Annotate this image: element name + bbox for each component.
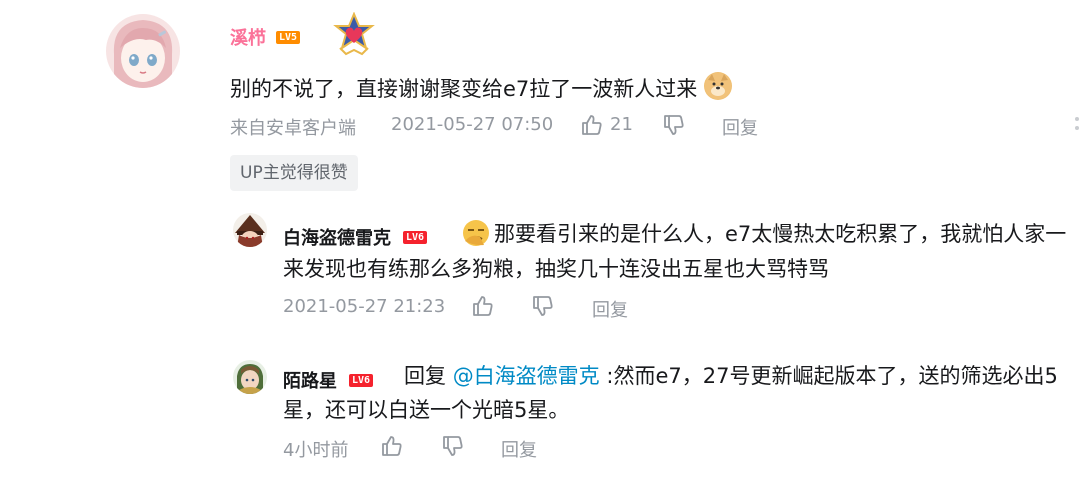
- reply-button[interactable]: 回复: [722, 114, 758, 140]
- reply-avatar[interactable]: [233, 360, 267, 394]
- reply-username[interactable]: 陌路星: [283, 367, 337, 393]
- reply-text-line2: 星，还可以白送一个光暗5星。: [283, 398, 570, 422]
- more-options-icon[interactable]: [1074, 116, 1080, 140]
- doge-emoji-icon: [703, 72, 732, 100]
- reply-text-line1: :然而e7，27号更新崛起版本了，送的筛选必出5: [606, 364, 1058, 388]
- reply-text-line1: 那要看引来的是什么人，e7太慢热太吃积累了，我就怕人家一: [494, 222, 1067, 246]
- reply-button[interactable]: 回复: [592, 296, 628, 322]
- level-badge: LV6: [349, 373, 374, 387]
- level-badge: LV6: [403, 230, 428, 244]
- reply-time: 2021-05-27 21:23: [283, 296, 446, 317]
- reply-text-line2: 来发现也有练那么多狗粮，抽奖几十连没出五星也大骂特骂: [283, 257, 829, 281]
- medal-badge-icon: [332, 11, 376, 56]
- reply-avatar[interactable]: [233, 213, 267, 247]
- dislike-icon[interactable]: [662, 113, 686, 137]
- commenter-username[interactable]: 溪栉: [230, 24, 266, 50]
- facepalm-emoji-icon: [462, 219, 490, 247]
- comment-source: 来自安卓客户端: [230, 118, 356, 139]
- reply-username[interactable]: 白海盗德雷克: [283, 224, 391, 250]
- reply-button[interactable]: 回复: [501, 436, 537, 462]
- comment-time: 2021-05-27 07:50: [391, 114, 554, 135]
- dislike-icon[interactable]: [441, 434, 465, 458]
- reply-time: 4小时前: [283, 440, 349, 461]
- like-icon[interactable]: [580, 113, 604, 137]
- reply-prefix: 回复: [404, 364, 446, 388]
- mention-link[interactable]: @白海盗德雷克: [453, 364, 600, 388]
- level-badge: LV5: [276, 30, 301, 44]
- commenter-avatar[interactable]: [106, 14, 180, 88]
- like-icon[interactable]: [471, 294, 495, 318]
- dislike-icon[interactable]: [531, 294, 555, 318]
- comment-text: 别的不说了，直接谢谢聚变给e7拉了一波新人过来: [230, 77, 698, 101]
- like-count: 21: [610, 114, 633, 135]
- up-liked-tag: UP主觉得很赞: [230, 155, 358, 191]
- like-icon[interactable]: [380, 434, 404, 458]
